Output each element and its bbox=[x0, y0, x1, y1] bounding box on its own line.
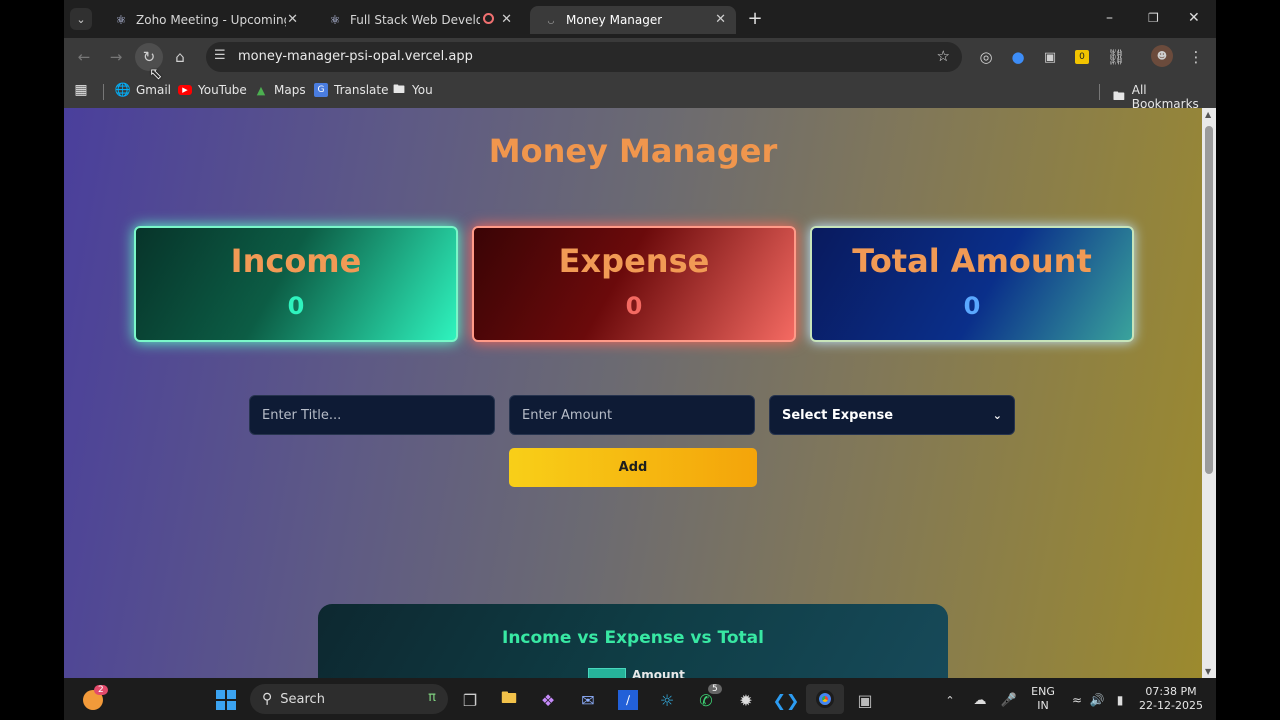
menu-kebab-icon[interactable]: ⋮ bbox=[1185, 46, 1207, 68]
microphone-icon[interactable]: 🎤 bbox=[1000, 688, 1018, 712]
screen-recorder-icon[interactable]: ▣ bbox=[852, 688, 878, 712]
amount-input[interactable] bbox=[509, 395, 755, 435]
total-amount-card: Total Amount 0 bbox=[810, 226, 1134, 342]
volume-icon[interactable]: 🔊 bbox=[1088, 688, 1106, 712]
chrome-icon[interactable] bbox=[806, 684, 844, 714]
address-bar[interactable]: ☰ money-manager-psi-opal.vercel.app ☆ bbox=[206, 42, 962, 72]
site-info-icon[interactable]: ☰ bbox=[214, 48, 226, 63]
expense-type-select[interactable]: Select Expense ⌄ bbox=[769, 395, 1015, 435]
legend-swatch bbox=[588, 668, 626, 678]
copilot-icon[interactable]: ❖ bbox=[536, 688, 560, 712]
recording-icon bbox=[483, 13, 494, 24]
divider bbox=[1099, 84, 1100, 100]
income-value: 0 bbox=[287, 292, 305, 320]
chart-panel: Income vs Expense vs Total Amount bbox=[318, 604, 948, 678]
extensions-puzzle-icon[interactable]: ⛓ bbox=[1105, 46, 1127, 68]
target-extension-icon[interactable]: ◎ bbox=[975, 46, 997, 68]
task-view-icon[interactable]: ❐ bbox=[458, 688, 482, 712]
chatgpt-icon[interactable]: ✹ bbox=[734, 688, 758, 712]
tab-money-manager[interactable]: ◡ Money Manager ✕ bbox=[530, 6, 736, 34]
onedrive-icon[interactable]: ☁ bbox=[970, 688, 990, 712]
chevron-down-icon: ⌄ bbox=[992, 408, 1002, 422]
close-window-icon[interactable]: ✕ bbox=[1188, 10, 1200, 26]
add-button[interactable]: Add bbox=[509, 448, 757, 487]
legend-label: Amount bbox=[632, 668, 685, 678]
bookmark-gmail[interactable]: 🌐 Gmail bbox=[114, 82, 171, 98]
minimize-icon[interactable]: – bbox=[1106, 10, 1113, 26]
translate-icon: G bbox=[314, 83, 328, 97]
back-arrow-icon[interactable]: ← bbox=[73, 46, 95, 68]
language-indicator[interactable]: ENG IN bbox=[1026, 684, 1060, 714]
chart-title: Income vs Expense vs Total bbox=[502, 628, 764, 648]
globe-icon: 🌐 bbox=[114, 82, 132, 98]
divider bbox=[103, 84, 104, 100]
income-card: Income 0 bbox=[134, 226, 458, 342]
folder-icon: 🖿 bbox=[1112, 88, 1125, 103]
app-icon[interactable]: ∕ bbox=[616, 688, 640, 712]
folder-icon: 🖿 bbox=[392, 81, 405, 96]
chat-icon[interactable]: ✉ bbox=[576, 688, 600, 712]
forward-arrow-icon[interactable]: → bbox=[105, 46, 127, 68]
widgets-icon[interactable]: 2 bbox=[80, 685, 108, 712]
clock[interactable]: 07:38 PM 22-12-2025 bbox=[1138, 684, 1204, 714]
expense-value: 0 bbox=[625, 292, 643, 320]
scroll-up-icon[interactable]: ▲ bbox=[1205, 110, 1211, 119]
select-value: Select Expense bbox=[782, 407, 894, 423]
search-icon: ⚲ bbox=[262, 691, 273, 707]
expense-label: Expense bbox=[558, 242, 710, 280]
bookmarks-bar: ▦ 🌐 Gmail ▶ YouTube ▲ Maps G Translate 🖿 You … bbox=[64, 76, 1216, 111]
youtube-icon: ▶ bbox=[178, 85, 192, 95]
bookmark-star-icon[interactable]: ☆ bbox=[937, 47, 950, 65]
tab-full-stack[interactable]: ⚛ Full Stack Web Development ✕ bbox=[314, 6, 522, 34]
page-viewport: Money Manager Income 0 Expense 0 Total A… bbox=[64, 108, 1202, 678]
react-favicon-icon: ⚛ bbox=[115, 13, 127, 27]
screen-capture-extension-icon[interactable]: ▣ bbox=[1039, 46, 1061, 68]
income-label: Income bbox=[230, 242, 362, 280]
tray-overflow-chevron-icon[interactable]: ⌃ bbox=[942, 688, 958, 712]
close-tab-icon[interactable]: ✕ bbox=[715, 12, 726, 27]
url-text: money-manager-psi-opal.vercel.app bbox=[238, 49, 473, 64]
bookmark-folder-you[interactable]: 🖿 You bbox=[392, 81, 433, 98]
file-explorer-icon[interactable]: 🖿 bbox=[497, 688, 521, 712]
expense-card: Expense 0 bbox=[472, 226, 796, 342]
tab-search-chevron-icon[interactable]: ⌄ bbox=[70, 8, 92, 30]
chart-legend[interactable]: Amount bbox=[588, 668, 685, 678]
close-tab-icon[interactable]: ✕ bbox=[287, 12, 298, 27]
home-icon[interactable]: ⌂ bbox=[169, 46, 191, 68]
page-title: Money Manager bbox=[488, 132, 778, 170]
whatsapp-icon[interactable]: ✆ 5 bbox=[694, 684, 722, 712]
profile-avatar[interactable]: ☻ bbox=[1151, 45, 1173, 67]
apps-grid-icon[interactable]: ▦ bbox=[74, 82, 94, 98]
all-bookmarks[interactable]: 🖿 All Bookmarks bbox=[1112, 83, 1216, 111]
yellow-extension-icon[interactable]: 0 bbox=[1071, 46, 1093, 68]
total-amount-value: 0 bbox=[963, 292, 981, 320]
taskbar-search[interactable]: ⚲ Search π bbox=[250, 684, 448, 714]
bookmark-translate[interactable]: G Translate bbox=[314, 83, 389, 97]
new-tab-plus-icon[interactable]: + bbox=[744, 7, 766, 29]
maps-icon: ▲ bbox=[256, 83, 266, 97]
restore-icon[interactable]: ❐ bbox=[1148, 11, 1159, 25]
mouse-cursor-icon: ⬁ bbox=[149, 64, 163, 83]
close-tab-icon[interactable]: ✕ bbox=[501, 12, 512, 27]
calculator-icon: π bbox=[428, 690, 436, 705]
tab-bar: ⌄ ⚛ Zoho Meeting - Upcoming Meetings ✕ ⚛… bbox=[64, 0, 1216, 38]
bookmark-youtube[interactable]: ▶ YouTube bbox=[178, 83, 247, 97]
vscode-icon[interactable]: ❮❯ bbox=[773, 688, 800, 712]
title-input[interactable] bbox=[249, 395, 495, 435]
wifi-icon[interactable]: ≈ bbox=[1068, 688, 1086, 712]
scroll-down-icon[interactable]: ▼ bbox=[1205, 667, 1211, 676]
tab-zoho-meeting[interactable]: ⚛ Zoho Meeting - Upcoming Meetings ✕ bbox=[100, 6, 308, 34]
edge-icon[interactable]: ☼ bbox=[655, 688, 679, 712]
total-amount-label: Total Amount bbox=[852, 242, 1092, 280]
bookmark-maps[interactable]: ▲ Maps bbox=[254, 83, 306, 97]
windows-start-icon[interactable] bbox=[214, 688, 238, 712]
droplet-extension-icon[interactable]: ● bbox=[1007, 46, 1029, 68]
react-favicon-icon: ⚛ bbox=[329, 13, 341, 27]
loading-favicon-icon: ◡ bbox=[547, 15, 555, 25]
battery-icon[interactable]: ▮ bbox=[1110, 688, 1130, 712]
scrollbar-thumb[interactable] bbox=[1205, 126, 1213, 474]
